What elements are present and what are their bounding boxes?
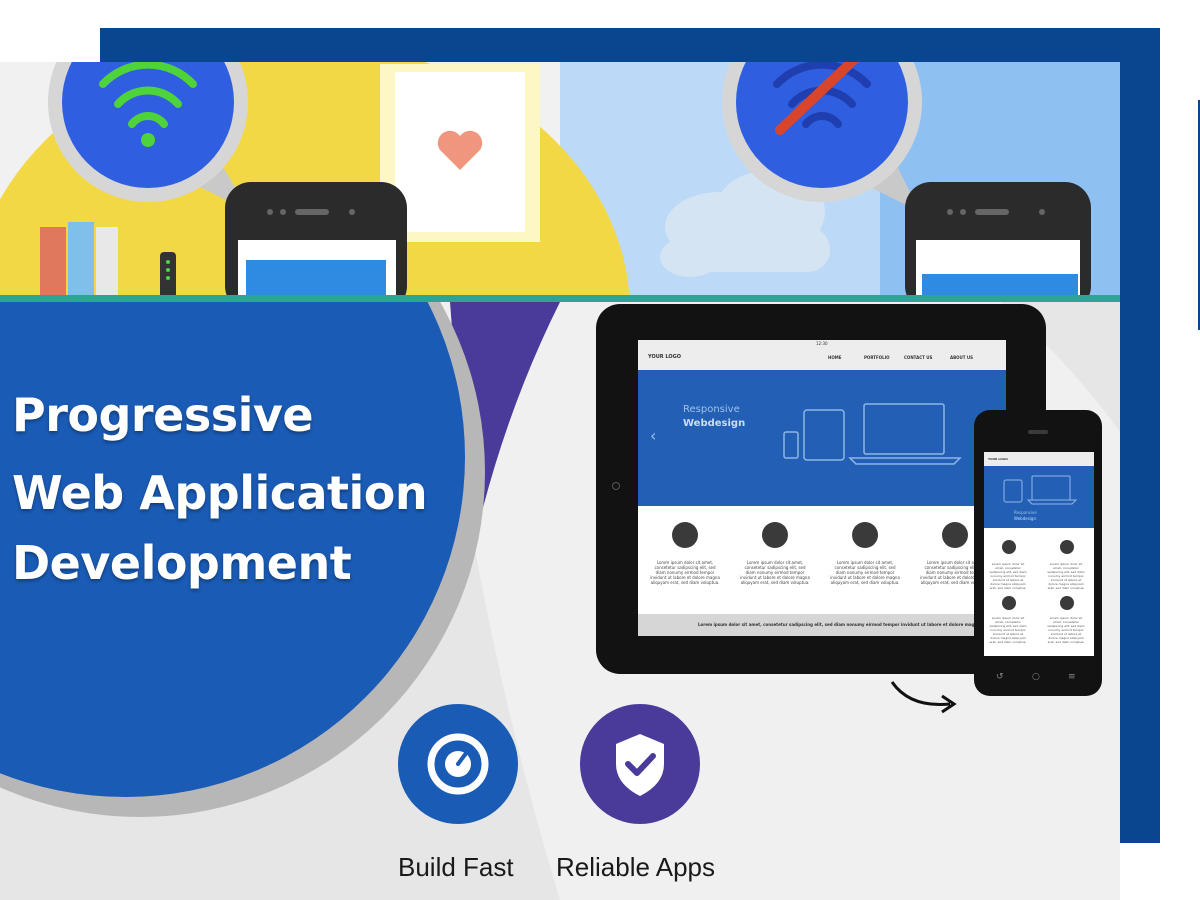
user-icon xyxy=(1002,540,1016,554)
reliable-apps-badge xyxy=(580,704,700,824)
feature-text: Lorem ipsum dolor sit amet, consetetur s… xyxy=(989,562,1027,590)
menu-icon[interactable]: ≡ xyxy=(1068,672,1076,682)
phone-screen: YOUR LOGO Responsive Webdesign Lorem ips… xyxy=(984,452,1094,656)
headline-line-3: Development xyxy=(12,536,352,590)
check-icon xyxy=(762,522,788,548)
phone-devices-icon xyxy=(1003,475,1078,505)
reliable-apps-label: Reliable Apps xyxy=(556,852,715,882)
tablet-hero-line-2: Webdesign xyxy=(683,418,746,429)
feature-text: Lorem ipsum dolor sit amet, consetetur s… xyxy=(989,616,1027,644)
tablet-navbar: YOUR LOGO 12:30 HOME PORTFOLIO CONTACT U… xyxy=(638,340,1006,370)
phone-logo: YOUR LOGO xyxy=(988,457,1008,461)
tablet-camera xyxy=(612,482,620,490)
devices-outline-icon xyxy=(783,403,962,465)
gear-icon xyxy=(852,522,878,548)
tablet-screen: YOUR LOGO 12:30 HOME PORTFOLIO CONTACT U… xyxy=(638,340,1006,636)
tablet-status-time: 12:30 xyxy=(816,341,828,346)
books-icon xyxy=(40,222,118,298)
tablet-hero: ‹ Responsive Webdesign xyxy=(638,370,1006,506)
card-icon xyxy=(1060,596,1074,610)
right-phone-illustration xyxy=(905,182,1091,298)
router-icon xyxy=(160,252,176,298)
tablet-footer-text: Lorem ipsum dolor sit amet, consetetur s… xyxy=(698,622,980,627)
feature-text: Lorem ipsum dolor sit amet, consetetur s… xyxy=(740,560,810,585)
build-fast-label: Build Fast xyxy=(398,852,514,882)
tablet-footer: Lorem ipsum dolor sit amet, consetetur s… xyxy=(638,614,1006,636)
card-icon xyxy=(942,522,968,548)
feature-text: Lorem ipsum dolor sit amet, consetetur s… xyxy=(650,560,720,585)
left-phone-illustration xyxy=(225,182,407,298)
speedometer-icon xyxy=(427,733,489,795)
feature-text: Lorem ipsum dolor sit amet, consetetur s… xyxy=(830,560,900,585)
phone-hero: Responsive Webdesign xyxy=(984,466,1094,528)
tablet-hero-line-1: Responsive xyxy=(683,404,740,415)
phone-hero-line-1: Responsive xyxy=(1014,510,1037,515)
divider-line xyxy=(0,295,1120,302)
tablet-nav-home[interactable]: HOME xyxy=(828,355,841,360)
feature-text: Lorem ipsum dolor sit amet, consetetur s… xyxy=(1047,616,1085,644)
check-icon xyxy=(1060,540,1074,554)
illustration-scene xyxy=(0,62,1120,298)
frame-gap xyxy=(1120,845,1200,900)
phone-navbar: YOUR LOGO xyxy=(984,452,1094,466)
tablet-logo: YOUR LOGO xyxy=(648,354,681,360)
tablet-nav-contact[interactable]: CONTACT US xyxy=(904,355,932,360)
back-icon[interactable]: ↺ xyxy=(996,672,1004,682)
phone-speaker xyxy=(1028,430,1048,434)
curved-arrow-icon xyxy=(890,681,957,714)
headline-line-2: Web Application xyxy=(12,466,428,520)
top-illustration xyxy=(0,62,1120,298)
shield-check-icon xyxy=(616,734,664,796)
tablet-nav-portfolio[interactable]: PORTFOLIO xyxy=(864,355,890,360)
gear-icon xyxy=(1002,596,1016,610)
home-button-icon[interactable]: ○ xyxy=(1032,672,1040,682)
user-icon xyxy=(672,522,698,548)
phone-hero-line-2: Webdesign xyxy=(1014,516,1036,521)
feature-text: Lorem ipsum dolor sit amet, consetetur s… xyxy=(1047,562,1085,590)
build-fast-badge xyxy=(398,704,518,824)
headline-line-1: Progressive xyxy=(12,388,314,442)
tablet-nav-about[interactable]: ABOUT US xyxy=(950,355,973,360)
tablet-prev-arrow[interactable]: ‹ xyxy=(650,426,656,445)
